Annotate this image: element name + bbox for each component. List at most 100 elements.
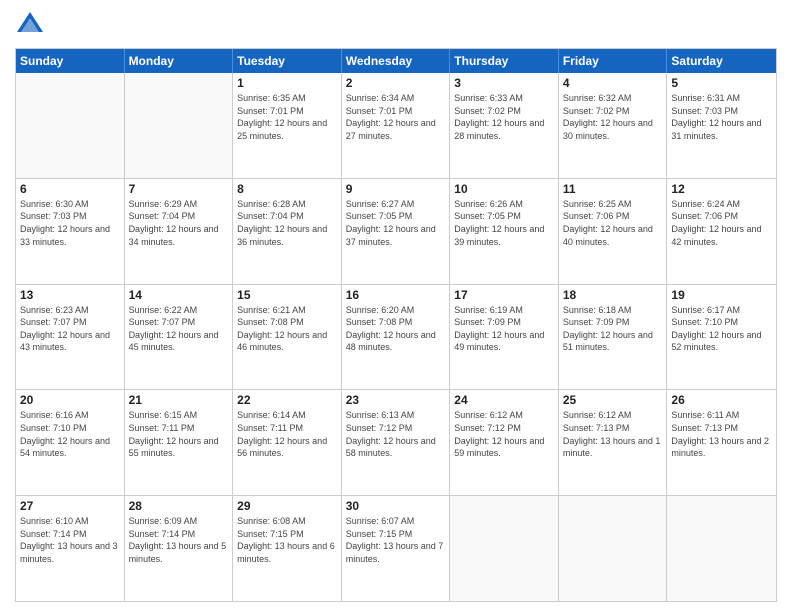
calendar-cell: 15 Sunrise: 6:21 AM Sunset: 7:08 PM Dayli… bbox=[233, 285, 342, 390]
calendar-cell: 22 Sunrise: 6:14 AM Sunset: 7:11 PM Dayli… bbox=[233, 390, 342, 495]
calendar-cell: 5 Sunrise: 6:31 AM Sunset: 7:03 PM Daylig… bbox=[667, 73, 776, 178]
day-number: 1 bbox=[237, 76, 337, 90]
day-info: Sunrise: 6:16 AM Sunset: 7:10 PM Dayligh… bbox=[20, 409, 120, 459]
header-day-tuesday: Tuesday bbox=[233, 49, 342, 73]
calendar-cell: 16Sunrise: 6:20 AM Sunset: 7:08 PM Dayli… bbox=[342, 285, 451, 390]
day-number: 4 bbox=[563, 76, 663, 90]
day-info: Sunrise: 6:07 AM Sunset: 7:15 PM Dayligh… bbox=[346, 515, 446, 565]
header-day-sunday: Sunday bbox=[16, 49, 125, 73]
day-info: Sunrise: 6:29 AM Sunset: 7:04 PM Dayligh… bbox=[129, 198, 229, 248]
calendar-cell: 21Sunrise: 6:15 AM Sunset: 7:11 PM Dayli… bbox=[125, 390, 234, 495]
day-info: Sunrise: 6:33 AM Sunset: 7:02 PM Dayligh… bbox=[454, 92, 554, 142]
day-info: Sunrise: 6:12 AM Sunset: 7:13 PM Dayligh… bbox=[563, 409, 663, 459]
day-number: 24 bbox=[454, 393, 554, 407]
calendar-cell: 19 Sunrise: 6:17 AM Sunset: 7:10 PM Dayli… bbox=[667, 285, 776, 390]
calendar-cell: 24 Sunrise: 6:12 AM Sunset: 7:12 PM Dayli… bbox=[450, 390, 559, 495]
calendar-row-1: 6 Sunrise: 6:30 AM Sunset: 7:03 PM Daylig… bbox=[16, 178, 776, 284]
day-number: 23 bbox=[346, 393, 446, 407]
day-number: 11 bbox=[563, 182, 663, 196]
calendar-cell: 7 Sunrise: 6:29 AM Sunset: 7:04 PM Daylig… bbox=[125, 179, 234, 284]
calendar-row-3: 20 Sunrise: 6:16 AM Sunset: 7:10 PM Dayli… bbox=[16, 389, 776, 495]
calendar-cell: 6 Sunrise: 6:30 AM Sunset: 7:03 PM Daylig… bbox=[16, 179, 125, 284]
day-info: Sunrise: 6:22 AM Sunset: 7:07 PM Dayligh… bbox=[129, 304, 229, 354]
calendar-cell bbox=[559, 496, 668, 601]
day-info: Sunrise: 6:34 AM Sunset: 7:01 PM Dayligh… bbox=[346, 92, 446, 142]
calendar-cell: 10Sunrise: 6:26 AM Sunset: 7:05 PM Dayli… bbox=[450, 179, 559, 284]
logo bbox=[15, 10, 49, 40]
day-info: Sunrise: 6:13 AM Sunset: 7:12 PM Dayligh… bbox=[346, 409, 446, 459]
day-number: 8 bbox=[237, 182, 337, 196]
page: SundayMondayTuesdayWednesdayThursdayFrid… bbox=[0, 0, 792, 612]
calendar-cell: 29 Sunrise: 6:08 AM Sunset: 7:15 PM Dayli… bbox=[233, 496, 342, 601]
day-number: 19 bbox=[671, 288, 772, 302]
calendar: SundayMondayTuesdayWednesdayThursdayFrid… bbox=[15, 48, 777, 602]
day-info: Sunrise: 6:14 AM Sunset: 7:11 PM Dayligh… bbox=[237, 409, 337, 459]
header bbox=[15, 10, 777, 40]
calendar-cell: 1 Sunrise: 6:35 AM Sunset: 7:01 PM Daylig… bbox=[233, 73, 342, 178]
day-info: Sunrise: 6:31 AM Sunset: 7:03 PM Dayligh… bbox=[671, 92, 772, 142]
day-number: 7 bbox=[129, 182, 229, 196]
header-day-thursday: Thursday bbox=[450, 49, 559, 73]
day-number: 3 bbox=[454, 76, 554, 90]
calendar-cell: 13 Sunrise: 6:23 AM Sunset: 7:07 PM Dayli… bbox=[16, 285, 125, 390]
day-number: 29 bbox=[237, 499, 337, 513]
calendar-cell: 28Sunrise: 6:09 AM Sunset: 7:14 PM Dayli… bbox=[125, 496, 234, 601]
calendar-cell: 11 Sunrise: 6:25 AM Sunset: 7:06 PM Dayli… bbox=[559, 179, 668, 284]
calendar-row-0: 1 Sunrise: 6:35 AM Sunset: 7:01 PM Daylig… bbox=[16, 73, 776, 178]
calendar-cell bbox=[450, 496, 559, 601]
calendar-cell: 20 Sunrise: 6:16 AM Sunset: 7:10 PM Dayli… bbox=[16, 390, 125, 495]
day-info: Sunrise: 6:19 AM Sunset: 7:09 PM Dayligh… bbox=[454, 304, 554, 354]
calendar-row-4: 27Sunrise: 6:10 AM Sunset: 7:14 PM Dayli… bbox=[16, 495, 776, 601]
day-info: Sunrise: 6:28 AM Sunset: 7:04 PM Dayligh… bbox=[237, 198, 337, 248]
header-day-wednesday: Wednesday bbox=[342, 49, 451, 73]
day-number: 21 bbox=[129, 393, 229, 407]
day-number: 6 bbox=[20, 182, 120, 196]
calendar-cell bbox=[16, 73, 125, 178]
day-number: 20 bbox=[20, 393, 120, 407]
day-number: 15 bbox=[237, 288, 337, 302]
day-info: Sunrise: 6:17 AM Sunset: 7:10 PM Dayligh… bbox=[671, 304, 772, 354]
day-number: 26 bbox=[671, 393, 772, 407]
calendar-cell bbox=[125, 73, 234, 178]
calendar-cell bbox=[667, 496, 776, 601]
calendar-cell: 30 Sunrise: 6:07 AM Sunset: 7:15 PM Dayli… bbox=[342, 496, 451, 601]
day-info: Sunrise: 6:23 AM Sunset: 7:07 PM Dayligh… bbox=[20, 304, 120, 354]
day-info: Sunrise: 6:12 AM Sunset: 7:12 PM Dayligh… bbox=[454, 409, 554, 459]
calendar-cell: 14 Sunrise: 6:22 AM Sunset: 7:07 PM Dayli… bbox=[125, 285, 234, 390]
header-day-friday: Friday bbox=[559, 49, 668, 73]
calendar-header: SundayMondayTuesdayWednesdayThursdayFrid… bbox=[16, 49, 776, 73]
calendar-cell: 17Sunrise: 6:19 AM Sunset: 7:09 PM Dayli… bbox=[450, 285, 559, 390]
day-info: Sunrise: 6:11 AM Sunset: 7:13 PM Dayligh… bbox=[671, 409, 772, 459]
day-info: Sunrise: 6:35 AM Sunset: 7:01 PM Dayligh… bbox=[237, 92, 337, 142]
calendar-cell: 3 Sunrise: 6:33 AM Sunset: 7:02 PM Daylig… bbox=[450, 73, 559, 178]
header-day-saturday: Saturday bbox=[667, 49, 776, 73]
day-info: Sunrise: 6:27 AM Sunset: 7:05 PM Dayligh… bbox=[346, 198, 446, 248]
day-info: Sunrise: 6:20 AM Sunset: 7:08 PM Dayligh… bbox=[346, 304, 446, 354]
day-info: Sunrise: 6:30 AM Sunset: 7:03 PM Dayligh… bbox=[20, 198, 120, 248]
calendar-cell: 9 Sunrise: 6:27 AM Sunset: 7:05 PM Daylig… bbox=[342, 179, 451, 284]
day-info: Sunrise: 6:25 AM Sunset: 7:06 PM Dayligh… bbox=[563, 198, 663, 248]
logo-icon bbox=[15, 10, 45, 40]
day-info: Sunrise: 6:10 AM Sunset: 7:14 PM Dayligh… bbox=[20, 515, 120, 565]
day-number: 18 bbox=[563, 288, 663, 302]
calendar-cell: 26 Sunrise: 6:11 AM Sunset: 7:13 PM Dayli… bbox=[667, 390, 776, 495]
day-number: 22 bbox=[237, 393, 337, 407]
calendar-cell: 12Sunrise: 6:24 AM Sunset: 7:06 PM Dayli… bbox=[667, 179, 776, 284]
day-number: 10 bbox=[454, 182, 554, 196]
day-info: Sunrise: 6:21 AM Sunset: 7:08 PM Dayligh… bbox=[237, 304, 337, 354]
day-info: Sunrise: 6:08 AM Sunset: 7:15 PM Dayligh… bbox=[237, 515, 337, 565]
day-number: 14 bbox=[129, 288, 229, 302]
day-number: 9 bbox=[346, 182, 446, 196]
calendar-row-2: 13 Sunrise: 6:23 AM Sunset: 7:07 PM Dayli… bbox=[16, 284, 776, 390]
day-number: 30 bbox=[346, 499, 446, 513]
day-info: Sunrise: 6:24 AM Sunset: 7:06 PM Dayligh… bbox=[671, 198, 772, 248]
day-number: 13 bbox=[20, 288, 120, 302]
day-number: 2 bbox=[346, 76, 446, 90]
calendar-cell: 27Sunrise: 6:10 AM Sunset: 7:14 PM Dayli… bbox=[16, 496, 125, 601]
day-info: Sunrise: 6:18 AM Sunset: 7:09 PM Dayligh… bbox=[563, 304, 663, 354]
day-number: 5 bbox=[671, 76, 772, 90]
day-info: Sunrise: 6:09 AM Sunset: 7:14 PM Dayligh… bbox=[129, 515, 229, 565]
header-day-monday: Monday bbox=[125, 49, 234, 73]
calendar-cell: 4Sunrise: 6:32 AM Sunset: 7:02 PM Daylig… bbox=[559, 73, 668, 178]
calendar-cell: 25Sunrise: 6:12 AM Sunset: 7:13 PM Dayli… bbox=[559, 390, 668, 495]
